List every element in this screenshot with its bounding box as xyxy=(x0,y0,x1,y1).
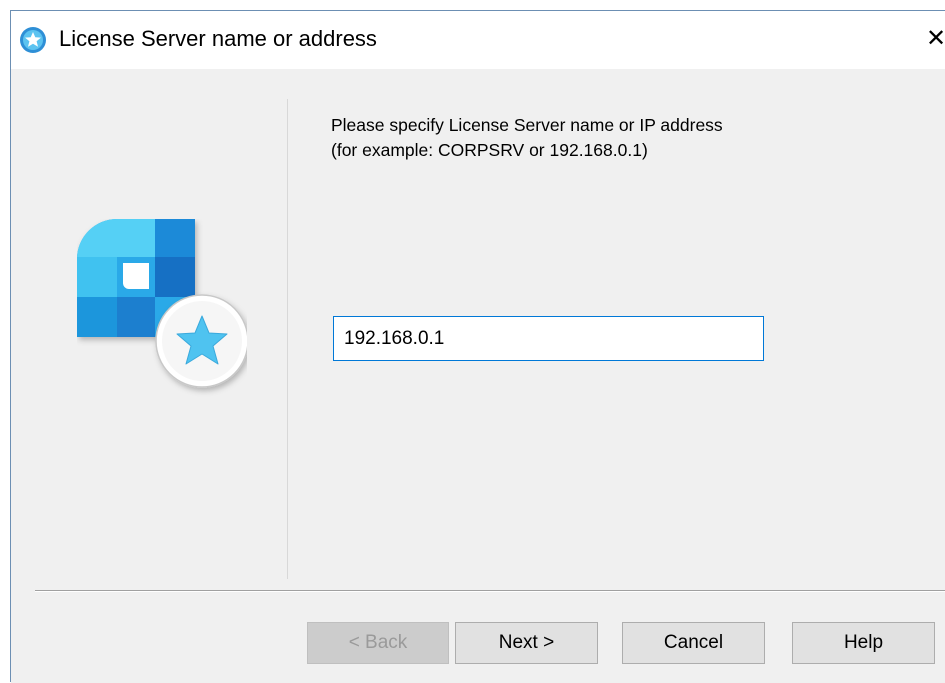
license-server-dialog: License Server name or address ✕ Please … xyxy=(10,10,945,683)
help-button[interactable]: Help xyxy=(792,622,935,664)
title-bar: License Server name or address ✕ xyxy=(11,11,945,69)
window-title: License Server name or address xyxy=(59,26,377,51)
instruction-line-1: Please specify License Server name or IP… xyxy=(331,115,723,135)
instruction-line-2: (for example: CORPSRV or 192.168.0.1) xyxy=(331,140,648,160)
license-server-input[interactable] xyxy=(333,316,764,361)
close-icon[interactable]: ✕ xyxy=(926,23,945,55)
license-star-icon xyxy=(20,27,46,53)
instruction-text: Please specify License Server name or IP… xyxy=(331,113,723,163)
next-button[interactable]: Next > xyxy=(455,622,598,664)
license-server-logo-icon xyxy=(77,219,247,388)
dialog-content: Please specify License Server name or IP… xyxy=(11,69,945,683)
cancel-button[interactable]: Cancel xyxy=(622,622,765,664)
vertical-divider xyxy=(287,99,288,579)
back-button[interactable]: < Back xyxy=(307,622,449,664)
horizontal-divider-highlight xyxy=(35,591,945,592)
